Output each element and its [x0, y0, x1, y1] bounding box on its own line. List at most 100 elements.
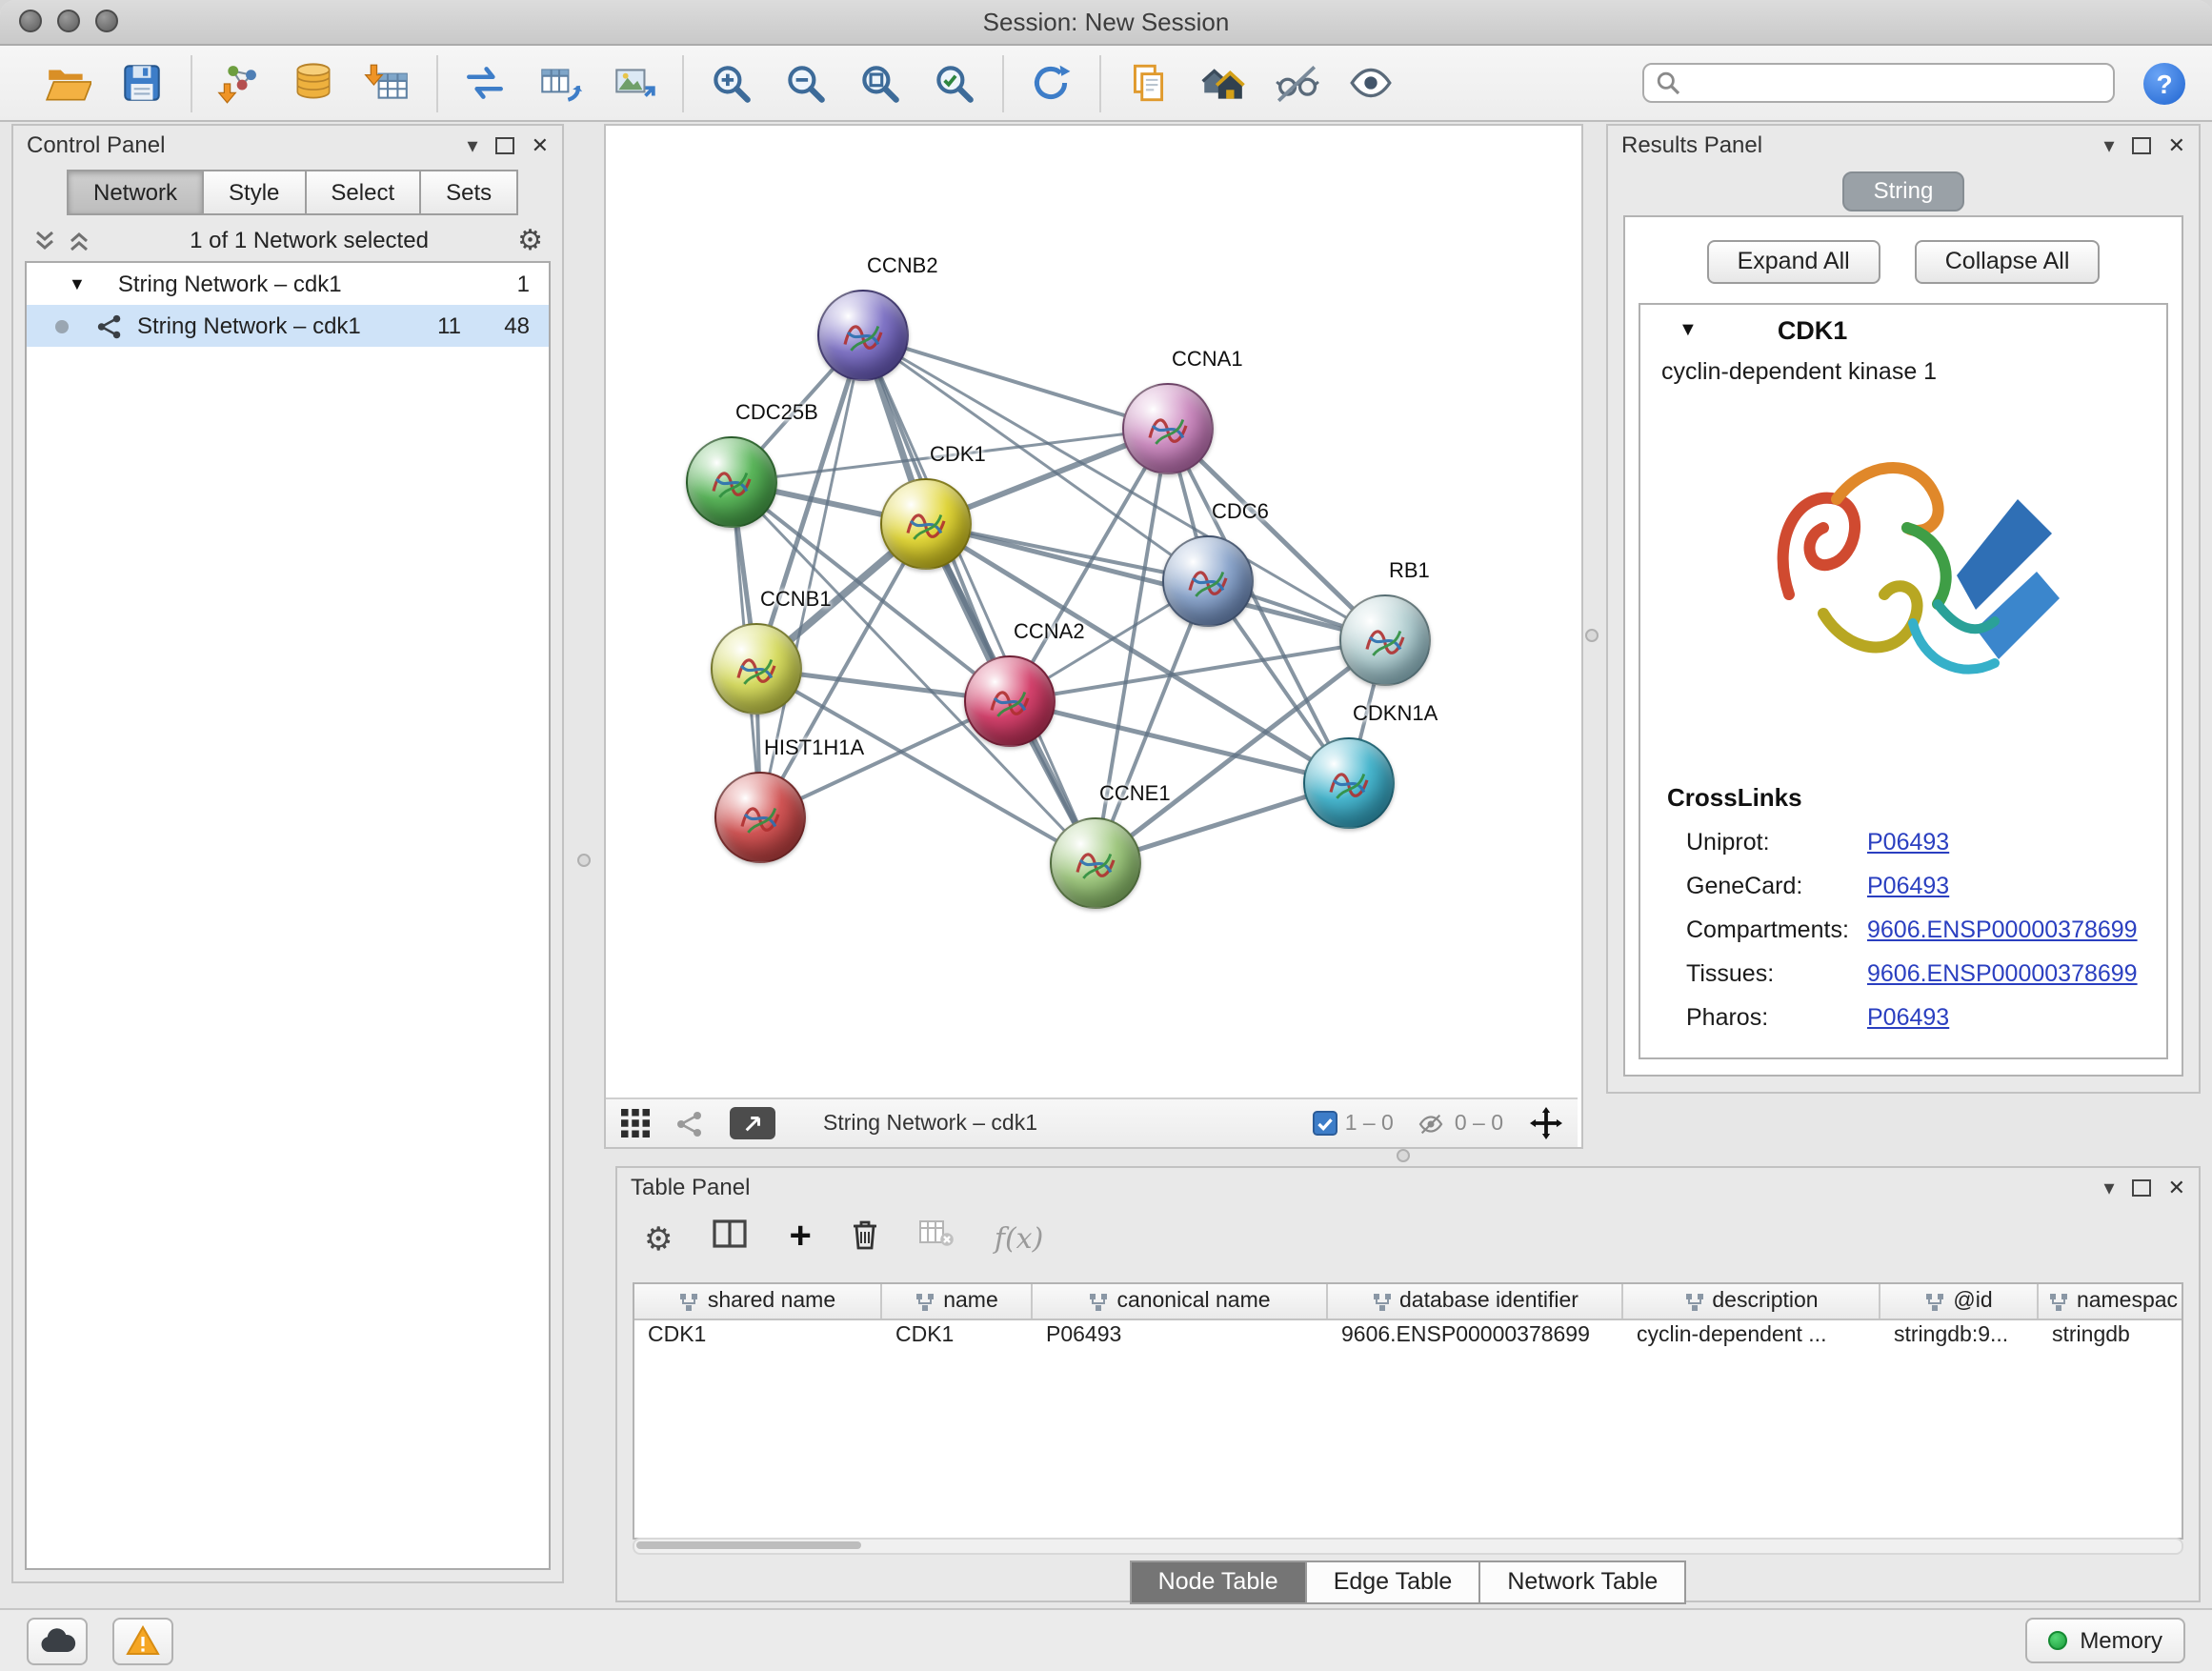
scrollbar-thumb[interactable] [636, 1541, 861, 1549]
graph-node-CCNB2[interactable] [817, 290, 909, 381]
panel-float-icon[interactable] [2132, 1178, 2151, 1196]
memory-button[interactable]: Memory [2024, 1618, 2185, 1663]
selected-checkbox-icon[interactable] [1313, 1111, 1337, 1136]
cloud-status-button[interactable] [27, 1617, 88, 1664]
tab-network[interactable]: Network [67, 170, 204, 215]
zoom-selected-button[interactable] [924, 54, 981, 111]
graph-node-HIST1H1A[interactable] [714, 772, 806, 863]
panel-close-icon[interactable] [2168, 128, 2185, 162]
network-label: String Network – cdk1 [137, 312, 412, 339]
graph-node-CCNA2[interactable] [964, 655, 1056, 747]
function-builder-button[interactable]: f(x) [995, 1221, 1043, 1256]
panel-menu-icon[interactable] [468, 128, 478, 162]
right-splitter-handle[interactable] [1585, 629, 1599, 642]
crosslink-value-link[interactable]: P06493 [1867, 872, 1949, 898]
new-network-from-table-button[interactable] [530, 54, 587, 111]
expand-all-button[interactable]: Expand All [1707, 240, 1880, 284]
grid-view-icon[interactable] [621, 1109, 650, 1137]
network-row-selected[interactable]: String Network – cdk1 11 48 [27, 305, 549, 347]
search-field[interactable] [1642, 63, 2115, 103]
column-header--id[interactable]: @id [1880, 1284, 2039, 1319]
graph-node-CCNE1[interactable] [1050, 817, 1141, 909]
crosslink-value-link[interactable]: P06493 [1867, 1003, 1949, 1030]
show-columns-icon[interactable] [714, 1218, 750, 1258]
network-collection-label: String Network – cdk1 [118, 271, 480, 297]
open-session-button[interactable] [38, 54, 95, 111]
panel-float-icon[interactable] [495, 136, 514, 153]
graph-node-CCNA1[interactable] [1122, 383, 1214, 474]
panel-menu-icon[interactable] [2104, 128, 2115, 162]
delete-table-icon[interactable] [918, 1219, 955, 1258]
graph-node-CCNB1[interactable] [711, 623, 802, 715]
hidden-eye-slash-icon[interactable] [1417, 1110, 1447, 1137]
tab-network-table[interactable]: Network Table [1480, 1560, 1686, 1604]
zoom-in-button[interactable] [701, 54, 758, 111]
help-button[interactable] [2143, 62, 2185, 104]
graph-node-CDC6[interactable] [1162, 535, 1254, 627]
panel-close-icon[interactable] [532, 128, 549, 162]
hide-details-button[interactable] [1267, 54, 1324, 111]
table-options-gear-icon[interactable] [644, 1222, 674, 1255]
minimize-window-button[interactable] [57, 10, 80, 32]
network-collection-row[interactable]: ▼ String Network – cdk1 1 [27, 263, 549, 305]
export-image-button[interactable] [604, 54, 661, 111]
column-header-description[interactable]: description [1623, 1284, 1880, 1319]
close-window-button[interactable] [19, 10, 42, 32]
left-splitter-handle[interactable] [577, 854, 591, 867]
fit-content-button[interactable] [850, 54, 907, 111]
refresh-view-button[interactable] [1021, 54, 1078, 111]
network-canvas[interactable]: CCNB2CCNA1CDC25BCDK1CDC6RB1CCNB1CCNA2CDK… [606, 126, 1578, 1094]
column-header-canonical-name[interactable]: canonical name [1033, 1284, 1328, 1319]
zoom-window-button[interactable] [95, 10, 118, 32]
network-options-gear-icon[interactable] [517, 226, 543, 254]
selected-counts: 1 – 0 [1345, 1112, 1394, 1135]
save-session-button[interactable] [112, 54, 170, 111]
tab-string[interactable]: String [1843, 171, 1964, 211]
import-network-database-button[interactable] [284, 54, 341, 111]
add-column-icon[interactable] [790, 1218, 812, 1256]
warnings-button[interactable] [112, 1617, 173, 1664]
detach-view-button[interactable] [730, 1107, 775, 1139]
import-table-button[interactable] [358, 54, 415, 111]
tab-style[interactable]: Style [204, 170, 306, 215]
import-network-button[interactable] [210, 54, 267, 111]
collapse-entry-icon[interactable]: ▼ [1679, 319, 1698, 340]
browser-home-button[interactable] [1193, 54, 1250, 111]
copy-document-button[interactable] [1118, 54, 1176, 111]
graph-node-CDC25B[interactable] [686, 436, 777, 528]
show-details-button[interactable] [1341, 54, 1398, 111]
crosslink-value-link[interactable]: 9606.ENSP00000378699 [1867, 959, 2138, 986]
collapse-all-networks-icon[interactable] [67, 228, 91, 252]
crosslink-value-link[interactable]: P06493 [1867, 828, 1949, 855]
bottom-splitter-handle[interactable] [1397, 1149, 1410, 1162]
graph-node-CDKN1A[interactable] [1303, 737, 1395, 829]
delete-column-icon[interactable] [852, 1218, 878, 1259]
graph-node-CDK1[interactable] [880, 478, 972, 570]
zoom-out-button[interactable] [775, 54, 833, 111]
panel-menu-icon[interactable] [2104, 1170, 2115, 1204]
column-header-name[interactable]: name [882, 1284, 1033, 1319]
protein-structure-thumbnail [1313, 747, 1385, 819]
tab-node-table[interactable]: Node Table [1130, 1560, 1307, 1604]
table-horizontal-scrollbar[interactable] [633, 1538, 2183, 1555]
search-input[interactable] [1690, 68, 2101, 98]
column-header-shared-name[interactable]: shared name [634, 1284, 882, 1319]
panel-float-icon[interactable] [2132, 136, 2151, 153]
pan-crosshair-icon[interactable] [1530, 1107, 1562, 1139]
graph-node-label-CDC6: CDC6 [1212, 501, 1269, 524]
expand-all-networks-icon[interactable] [32, 228, 57, 252]
crosslink-value-link[interactable]: 9606.ENSP00000378699 [1867, 916, 2138, 942]
disclosure-triangle-icon[interactable]: ▼ [69, 274, 86, 293]
layout-network-button[interactable] [455, 54, 513, 111]
table-row[interactable]: CDK1CDK1P064939606.ENSP00000378699cyclin… [634, 1320, 2182, 1355]
graph-node-label-CCNE1: CCNE1 [1099, 783, 1171, 806]
network-thumbnail-icon[interactable] [674, 1108, 705, 1138]
tab-select[interactable]: Select [306, 170, 421, 215]
column-header-namespac[interactable]: namespac [2039, 1284, 2183, 1319]
graph-node-RB1[interactable] [1339, 594, 1431, 686]
column-header-database-identifier[interactable]: database identifier [1328, 1284, 1623, 1319]
collapse-all-button[interactable]: Collapse All [1915, 240, 2101, 284]
tab-edge-table[interactable]: Edge Table [1307, 1560, 1481, 1604]
tab-sets[interactable]: Sets [421, 170, 518, 215]
panel-close-icon[interactable] [2168, 1170, 2185, 1204]
